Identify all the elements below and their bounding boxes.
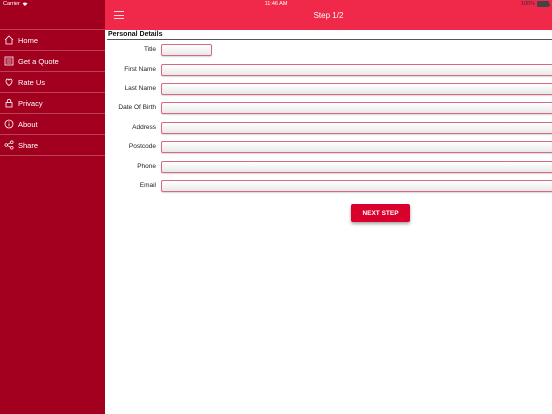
page-title: Step 1/2 (313, 11, 344, 20)
sidebar-item-share[interactable]: Share (0, 135, 105, 156)
last-name-label: Last Name (124, 85, 156, 92)
sidebar-item-privacy[interactable]: Privacy (0, 93, 105, 114)
sidebar-item-label: Share (18, 140, 39, 150)
postcode-field[interactable] (161, 141, 552, 153)
sidebar-item-label: About (18, 119, 38, 129)
next-step-button[interactable]: NEXT STEP (351, 204, 410, 222)
sidebar-item-home[interactable]: Home (0, 30, 105, 51)
first-name-label: First Name (124, 66, 156, 73)
first-name-row: First Name (105, 64, 552, 76)
address-label: Address (132, 124, 156, 131)
status-time: 11:46 AM (264, 1, 288, 7)
dob-row: Date Of Birth (105, 102, 552, 114)
rate-icon (4, 77, 14, 87)
battery-percent: 100% (520, 1, 535, 7)
postcode-row: Postcode (105, 141, 552, 153)
last-name-field[interactable] (161, 83, 552, 95)
dob-label: Date Of Birth (118, 104, 156, 111)
sidebar-item-label: Get a Quote (18, 56, 59, 66)
sidebar-item-about[interactable]: About (0, 114, 105, 135)
battery-icon (537, 1, 550, 7)
home-icon (4, 35, 14, 45)
battery-indicator: 100% (520, 1, 550, 7)
share-icon (4, 140, 14, 150)
sidebar-menu: Home Get a Quote Rate Us Privacy About S… (0, 29, 105, 156)
info-icon (4, 119, 14, 129)
title-field[interactable] (161, 44, 212, 56)
section-title: Personal Details (108, 31, 163, 38)
form-content: Personal Details Title First Name Last N… (105, 30, 552, 414)
email-field[interactable] (161, 180, 552, 192)
phone-row: Phone (105, 161, 552, 173)
sidebar-item-rate-us[interactable]: Rate Us (0, 72, 105, 93)
sidebar-item-label: Home (18, 35, 39, 45)
dob-field[interactable] (161, 102, 552, 114)
phone-field[interactable] (161, 161, 552, 173)
sidebar-item-label: Privacy (18, 98, 43, 108)
sidebar-item-get-a-quote[interactable]: Get a Quote (0, 51, 105, 72)
title-row: Title (105, 44, 552, 56)
address-field[interactable] (161, 122, 552, 134)
email-label: Email (139, 182, 156, 189)
email-row: Email (105, 180, 552, 192)
section-divider (107, 39, 552, 40)
sidebar-item-label: Rate Us (18, 77, 46, 87)
phone-label: Phone (137, 163, 156, 170)
lock-icon (4, 98, 14, 108)
postcode-label: Postcode (128, 143, 156, 150)
status-bar: Carrier 11:46 AM 100% (0, 0, 552, 10)
title-label: Title (143, 46, 156, 53)
last-name-row: Last Name (105, 83, 552, 95)
quote-icon (4, 56, 14, 66)
app-screen: Home Get a Quote Rate Us Privacy About S… (0, 0, 552, 414)
sidebar: Home Get a Quote Rate Us Privacy About S… (0, 0, 105, 414)
address-row: Address (105, 122, 552, 134)
first-name-field[interactable] (161, 64, 552, 76)
